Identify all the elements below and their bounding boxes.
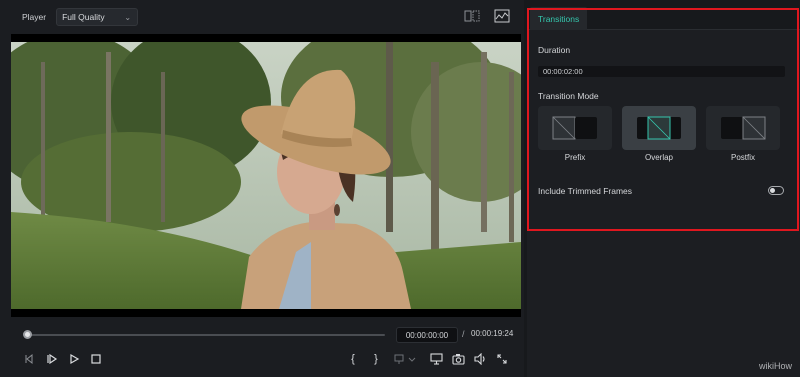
play-step-icon[interactable]: [45, 352, 59, 366]
chevron-down-icon: ⌄: [124, 12, 132, 22]
current-time-field[interactable]: 00:00:00:00: [396, 327, 458, 343]
mode-postfix-label: Postfix: [730, 153, 755, 162]
tab-transitions[interactable]: Transitions: [530, 7, 588, 30]
playback-scrubber[interactable]: [23, 330, 32, 339]
mode-overlap-label: Overlap: [644, 153, 673, 162]
play-icon[interactable]: [67, 352, 81, 366]
mode-overlap-button[interactable]: [622, 106, 696, 150]
player-panel: Player Full Quality ⌄ 00:00:00:00 / 00:0…: [0, 0, 524, 377]
total-time: 00:00:19:24: [471, 329, 514, 338]
quality-selected: Full Quality: [62, 12, 105, 22]
overlap-mode-icon: [637, 116, 681, 140]
quality-dropdown[interactable]: Full Quality ⌄: [56, 8, 139, 26]
player-toolbar: Player Full Quality ⌄: [0, 0, 524, 34]
trimmed-frames-toggle[interactable]: [768, 186, 784, 195]
camera-icon[interactable]: [451, 352, 465, 366]
duration-field[interactable]: 00:00:02:00: [538, 66, 785, 77]
fullscreen-icon[interactable]: [495, 352, 509, 366]
transitions-panel: Transitions Duration 00:00:02:00 Transit…: [527, 0, 800, 377]
playback-progress-track[interactable]: [27, 334, 385, 336]
waveform-icon[interactable]: [494, 9, 510, 23]
transition-mode-label: Transition Mode: [538, 91, 599, 101]
video-frame: [11, 42, 521, 309]
mode-prefix-button[interactable]: [538, 106, 612, 150]
snapshot-menu-icon[interactable]: [393, 352, 417, 366]
timeline-row: 00:00:00:00 / 00:00:19:24: [0, 322, 524, 348]
display-icon[interactable]: [429, 352, 443, 366]
mark-in-icon[interactable]: {: [346, 352, 360, 366]
playback-controls: { }: [0, 348, 524, 372]
stop-icon[interactable]: [89, 352, 103, 366]
duration-label: Duration: [538, 45, 571, 55]
mode-prefix-label: Prefix: [564, 153, 586, 162]
prev-frame-icon[interactable]: [22, 352, 36, 366]
time-separator: /: [462, 329, 465, 339]
panel-tab-bar: Transitions: [527, 0, 800, 30]
mode-postfix-button[interactable]: [706, 106, 780, 150]
compare-view-icon[interactable]: [464, 9, 480, 23]
player-label: Player: [22, 12, 47, 22]
prefix-mode-icon: [552, 116, 597, 140]
mark-out-icon[interactable]: }: [369, 352, 383, 366]
video-preview[interactable]: [11, 34, 521, 317]
postfix-mode-icon: [721, 116, 766, 140]
watermark: wikiHow: [758, 361, 792, 371]
toggle-knob: [770, 188, 775, 193]
volume-icon[interactable]: [473, 352, 487, 366]
trimmed-frames-label: Include Trimmed Frames: [538, 186, 632, 196]
